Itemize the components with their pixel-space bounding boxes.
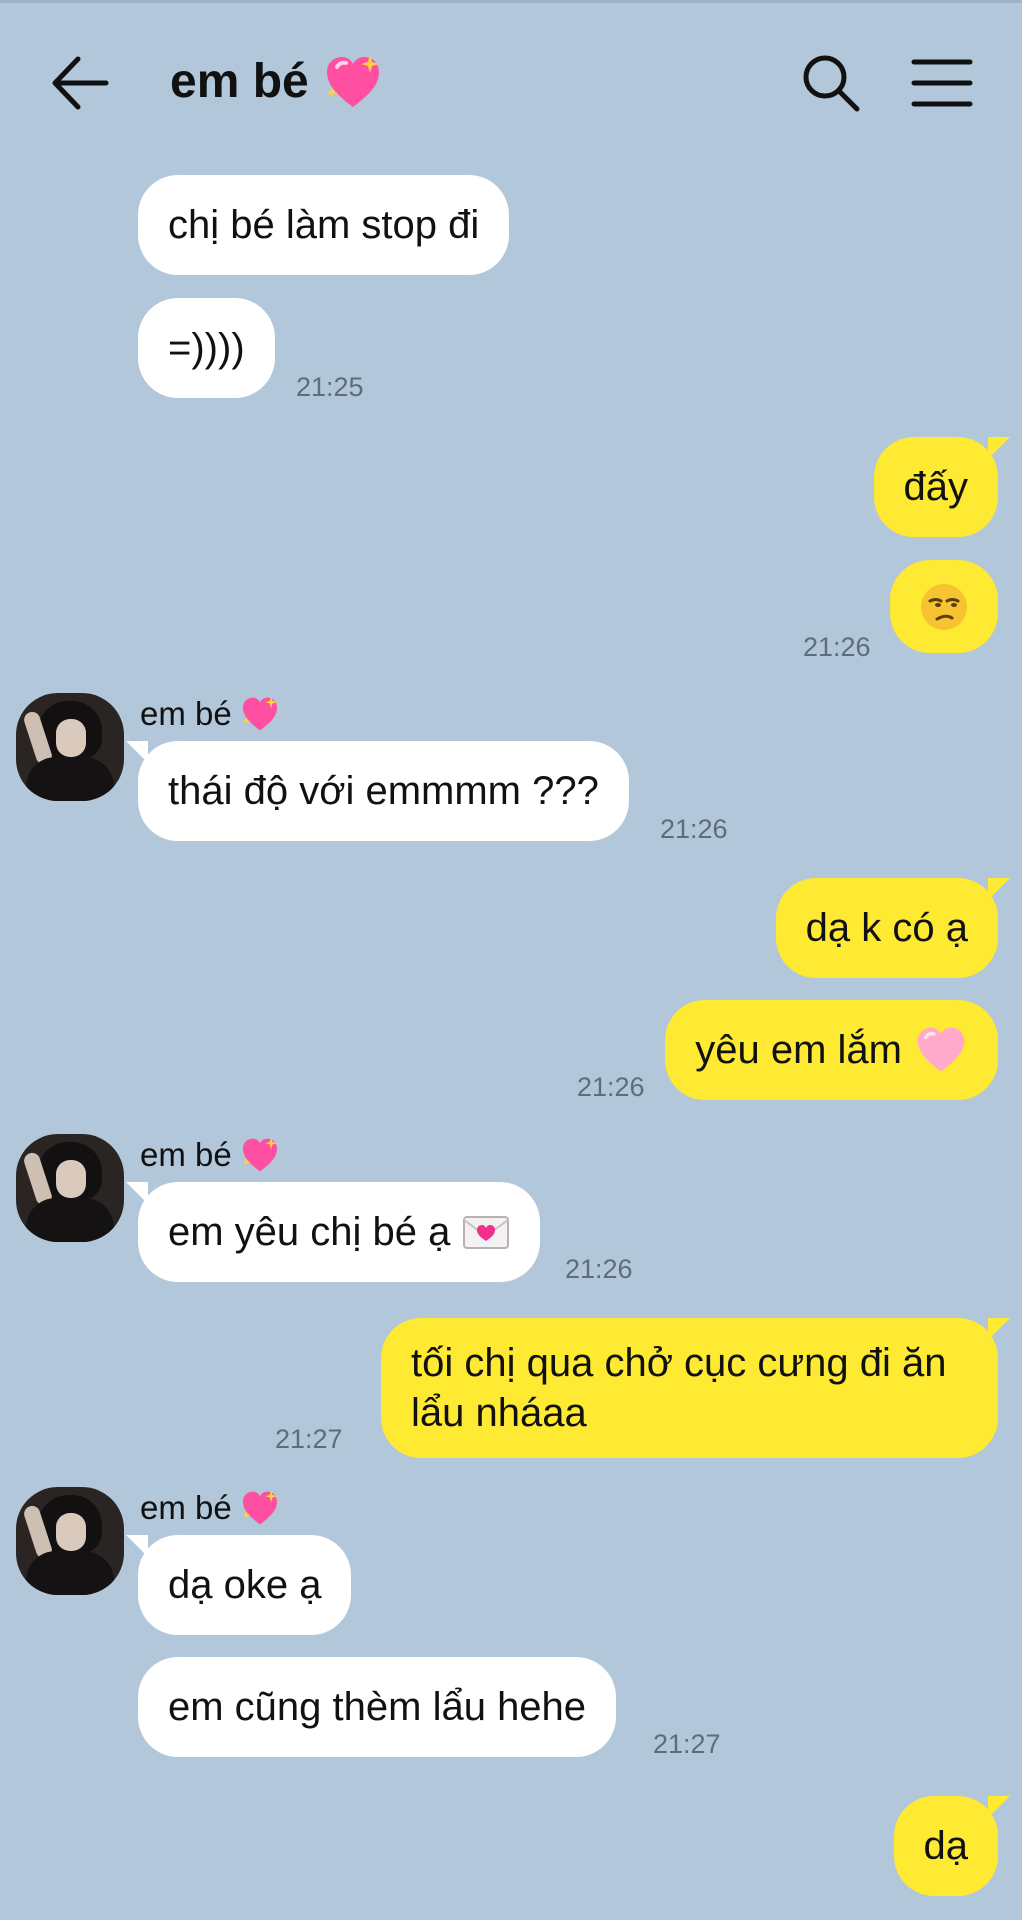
sparkling-heart-icon: [242, 696, 277, 731]
chat-title-text: em bé: [170, 55, 309, 108]
message-text: thái độ với emmmm ???: [168, 769, 599, 813]
message-text: đấy: [903, 465, 969, 509]
search-button[interactable]: [800, 52, 862, 114]
sender-name: em bé: [140, 694, 280, 734]
avatar[interactable]: [16, 693, 124, 801]
message-text: dạ oke ạ: [168, 1563, 322, 1607]
message-text-line: tối chị qua chở cục cưng đi ăn: [411, 1341, 947, 1385]
sparkling-heart-icon: [326, 55, 379, 107]
message-bubble-sent[interactable]: dạ: [893, 1796, 1010, 1896]
message-bubble-received[interactable]: =)))): [138, 298, 275, 398]
message-text: em yêu chị bé ạ: [168, 1210, 451, 1254]
message-text: chị bé làm stop đi: [168, 203, 480, 247]
message-timestamp: 21:27: [275, 1424, 343, 1454]
unamused-face-icon: [921, 584, 967, 631]
chat-title: em bé: [170, 52, 383, 112]
sender-name: em bé: [140, 1488, 280, 1528]
message-bubble-sent[interactable]: tối chị qua chở cục cưng đi ăn lẩu nháaa: [381, 1318, 1010, 1458]
message-text: =)))): [168, 326, 245, 370]
back-arrow-icon: [52, 56, 109, 110]
message-bubble-received[interactable]: thái độ với emmmm ???: [126, 741, 629, 841]
avatar[interactable]: [16, 1134, 124, 1242]
message-text: yêu em lắm: [695, 1028, 902, 1072]
message-text: dạ: [923, 1824, 969, 1868]
message-bubble-sent[interactable]: dạ k có ạ: [775, 878, 1011, 978]
sender-name-text: em bé: [140, 695, 232, 732]
message-timestamp: 21:27: [653, 1729, 721, 1759]
pink-heart-icon: [917, 1027, 965, 1072]
back-button[interactable]: [50, 55, 110, 111]
message-text: dạ k có ạ: [805, 906, 968, 950]
avatar[interactable]: [16, 1487, 124, 1595]
message-bubble-received[interactable]: dạ oke ạ: [125, 1535, 352, 1635]
message-bubble-sent[interactable]: đấy: [873, 437, 1010, 537]
search-icon: [803, 55, 860, 112]
sender-name-text: em bé: [140, 1489, 232, 1526]
message-timestamp: 21:25: [296, 372, 364, 402]
menu-button[interactable]: [910, 56, 974, 110]
message-timestamp: 21:26: [660, 814, 728, 844]
message-timestamp: 21:26: [577, 1072, 645, 1102]
love-letter-icon: [463, 1216, 510, 1249]
message-timestamp: 21:26: [803, 632, 871, 662]
sparkling-heart-icon: [242, 1490, 277, 1525]
message-text-line: lẩu nháaa: [411, 1391, 587, 1435]
message-timestamp: 21:26: [565, 1254, 633, 1284]
message-bubble-received[interactable]: em cũng thèm lẩu hehe: [138, 1657, 617, 1757]
chat-header: em bé: [0, 0, 1022, 170]
message-bubble-received[interactable]: chị bé làm stop đi: [138, 175, 510, 275]
message-bubble-sent[interactable]: yêu em lắm: [665, 1000, 998, 1100]
message-text: em cũng thèm lẩu hehe: [168, 1685, 587, 1729]
sparkling-heart-icon: [242, 1137, 277, 1172]
message-bubble-sent[interactable]: [890, 560, 998, 654]
message-bubble-received[interactable]: em yêu chị bé ạ: [125, 1182, 541, 1282]
sender-name-text: em bé: [140, 1136, 232, 1173]
sender-name: em bé: [140, 1135, 280, 1175]
menu-icon: [911, 59, 973, 107]
